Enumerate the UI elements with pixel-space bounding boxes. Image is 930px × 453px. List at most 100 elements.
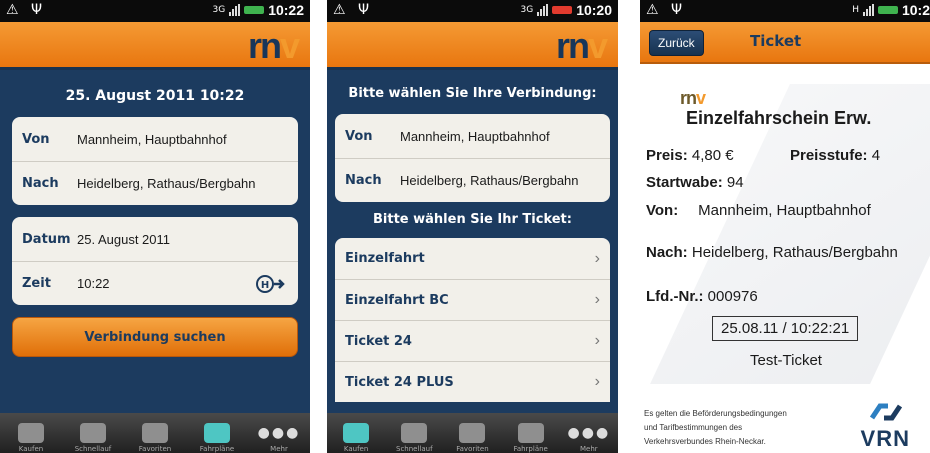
ticket-name: Einzelfahrschein Erw. [686, 108, 872, 128]
from-line: Von: Mannheim, Hauptbahnhof [646, 202, 871, 219]
ticket-name: Ticket 24 PLUS [345, 374, 454, 390]
test-ticket-label: Test-Ticket [750, 352, 822, 369]
favorite-ticket-icon [459, 423, 486, 443]
ticket-title: Bitte wählen Sie Ihr Ticket: [373, 212, 572, 227]
departure-arrival-toggle-icon[interactable]: H [256, 274, 286, 297]
ticket-icon [343, 423, 370, 443]
chevron-right-icon: › [594, 291, 600, 308]
bottom-tab-bar: Kaufen Schnellauf Favoriten Fahrpläne ●●… [0, 413, 310, 453]
from-label: Von [22, 131, 50, 147]
fine-print: Es gelten die Beförderungsbedingungen un… [644, 409, 787, 446]
to-value: Heidelberg, Rathaus/Bergbahn [691, 244, 898, 261]
serial-label: Lfd.-Nr.: [646, 288, 704, 305]
notification-icons: ⚠ Ψ [646, 2, 687, 18]
from-row[interactable]: Von Mannheim, Hauptbahnhof [335, 114, 610, 158]
to-label: Nach [345, 173, 382, 188]
fare-level-label: Preisstufe: [790, 147, 868, 164]
battery-icon [552, 6, 573, 14]
time-row[interactable]: Zeit 10:22 H [12, 261, 298, 305]
chevron-right-icon: › [594, 332, 600, 349]
price-label: Preis: [646, 147, 688, 164]
from-value: Mannheim, Hauptbahnhof [400, 128, 550, 144]
screen-ticket-selection: ⚠ Ψ 3G 10:20 rnv Bitte wählen Sie Ihre V… [327, 0, 618, 453]
tab-timetables[interactable]: Fahrpläne [197, 416, 237, 453]
tab-buy[interactable]: Kaufen [336, 416, 376, 453]
bus-icon [204, 423, 230, 443]
start-zone-line: Startwabe: 94 [646, 174, 744, 191]
list-item[interactable]: Ticket 24 PLUS › [335, 361, 610, 402]
list-item[interactable]: Ticket 24 › [335, 320, 610, 361]
date-row[interactable]: Datum 25. August 2011 [12, 217, 298, 261]
route-card: Von Mannheim, Hauptbahnhof Nach Heidelbe… [335, 114, 610, 202]
search-connection-button[interactable]: Verbindung suchen [12, 317, 298, 357]
tab-quick[interactable]: Schnellauf [394, 416, 434, 453]
ticket-icon [18, 423, 44, 443]
from-value: Mannheim, Hauptbahnhof [698, 202, 871, 219]
bus-icon [517, 423, 544, 443]
favorite-ticket-icon [142, 423, 168, 443]
to-line: Nach: Heidelberg, Rathaus/Bergbahn [646, 244, 898, 261]
signal-icon [862, 4, 874, 16]
time-value: 10:22 [77, 276, 110, 291]
clock: 10:20 [576, 2, 612, 18]
to-value: Heidelberg, Rathaus/Bergbahn [400, 173, 579, 188]
page-title: Ticket [750, 32, 802, 50]
more-dots-icon: ●●● [257, 425, 301, 441]
status-bar: ⚠ Ψ H 10:2 [640, 0, 930, 22]
app-header: rnv [0, 22, 310, 70]
list-item[interactable]: Einzelfahrt BC › [335, 279, 610, 320]
date-label: Datum [22, 231, 71, 247]
fare-level-line: Preisstufe: 4 [790, 147, 880, 164]
datetime-card: Datum 25. August 2011 Zeit 10:22 H [12, 217, 298, 305]
to-row[interactable]: Nach Heidelberg, Rathaus/Bergbahn [12, 161, 298, 205]
network-type-label: 3G [520, 5, 534, 15]
from-row[interactable]: Von Mannheim, Hauptbahnhof [12, 117, 298, 161]
tab-favorites[interactable]: Favoriten [452, 416, 492, 453]
notification-icons: ⚠ Ψ [6, 2, 47, 18]
screen-connection-search: ⚠ Ψ 3G 10:22 rnv 25. August 2011 10:22 V… [0, 0, 310, 453]
date-value: 25. August 2011 [77, 231, 171, 247]
chevron-right-icon: › [594, 373, 600, 390]
price-value: 4,80 € [691, 147, 734, 164]
clock: 10:2 [901, 2, 930, 18]
fare-level-value: 4 [871, 147, 881, 164]
bottom-tab-bar: Kaufen Schnellauf Favoriten Fahrpläne ●●… [327, 413, 618, 453]
signal-icon [229, 4, 241, 16]
tab-buy[interactable]: Kaufen [11, 416, 51, 453]
app-header: rnv [327, 22, 618, 70]
rnv-logo: rnv [680, 88, 706, 108]
tab-favorites[interactable]: Favoriten [135, 416, 175, 453]
tab-timetables[interactable]: Fahrpläne [511, 416, 551, 453]
tab-more[interactable]: ●●● Mehr [257, 416, 301, 453]
more-dots-icon: ●●● [567, 425, 611, 441]
folder-icon [401, 423, 428, 443]
folder-icon [80, 423, 106, 443]
to-row[interactable]: Nach Heidelberg, Rathaus/Bergbahn [335, 158, 610, 202]
back-button[interactable]: Zurück [649, 30, 704, 56]
serial-value: 000976 [707, 288, 758, 305]
ticket-list: Einzelfahrt › Einzelfahrt BC › Ticket 24… [335, 238, 610, 402]
from-value: Mannheim, Hauptbahnhof [77, 131, 227, 147]
route-card: Von Mannheim, Hauptbahnhof Nach Heidelbe… [12, 117, 298, 205]
ticket-name: Einzelfahrt [345, 251, 425, 266]
start-zone-label: Startwabe: [646, 174, 723, 191]
price-line: Preis: 4,80 € [646, 147, 734, 164]
screen-ticket-detail: ⚠ Ψ H 10:2 Zurück Ticket rnv Einzelfahrs… [640, 0, 930, 453]
vrn-logo: VRN [860, 426, 910, 451]
ticket-name: Einzelfahrt BC [345, 292, 449, 308]
ticket-header: Zurück Ticket [640, 22, 930, 64]
network-type-label: H [852, 5, 859, 15]
tab-quick[interactable]: Schnellauf [73, 416, 113, 453]
status-bar: ⚠ Ψ 3G 10:20 [327, 0, 618, 22]
time-label: Zeit [22, 276, 51, 291]
rnv-logo: rnv [247, 25, 300, 66]
rnv-logo: rnv [555, 25, 608, 66]
tab-more[interactable]: ●●● Mehr [567, 416, 611, 453]
list-item[interactable]: Einzelfahrt › [335, 238, 610, 279]
to-value: Heidelberg, Rathaus/Bergbahn [77, 176, 256, 191]
vrn-emblem-icon [869, 403, 903, 421]
ticket-name: Ticket 24 [345, 333, 412, 349]
status-bar: ⚠ Ψ 3G 10:22 [0, 0, 310, 22]
network-type-label: 3G [212, 5, 226, 15]
start-zone-value: 94 [726, 174, 744, 191]
